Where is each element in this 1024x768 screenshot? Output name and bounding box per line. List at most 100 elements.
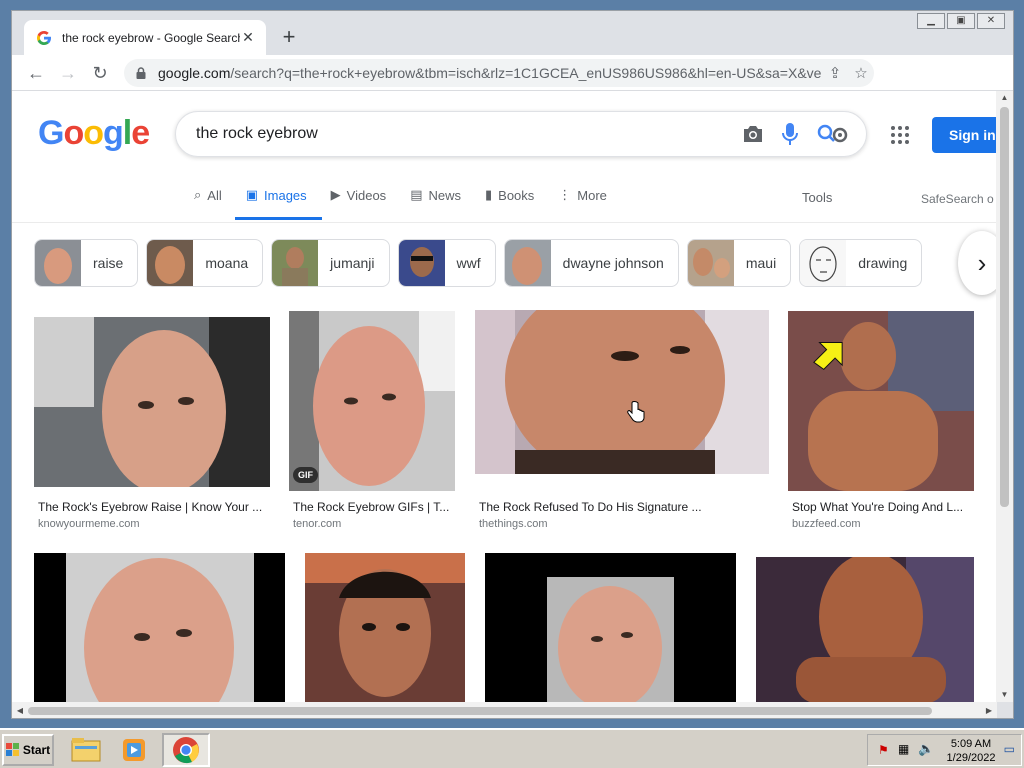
reload-icon[interactable]: ↻ [84,57,116,89]
chip-thumbnail [147,240,194,286]
clock[interactable]: 5:09 AM 1/29/2022 [946,737,996,765]
result-image [475,310,769,474]
chip-thumbnail [35,240,81,286]
start-button[interactable]: Start [2,734,54,766]
file-explorer-icon[interactable] [66,733,106,767]
chip-thumbnail [687,240,734,286]
windows-flag-icon [5,743,19,756]
result-image [34,553,285,702]
system-tray: ⚑ ▦ 🔈 5:09 AM 1/29/2022 ▭ [867,734,1022,766]
tab-books[interactable]: ▮ Books [485,177,534,213]
bookmark-star-icon[interactable]: ☆ [848,60,874,86]
image-result[interactable] [305,553,465,702]
share-icon[interactable]: ⇪ [822,60,848,86]
scroll-thumb[interactable] [1000,107,1009,507]
book-icon: ▮ [485,187,493,202]
result-caption[interactable]: The Rock Refused To Do His Signature ... [479,500,765,514]
forward-arrow-icon[interactable]: → [52,57,84,89]
search-settings-icon[interactable] [816,122,850,146]
camera-icon[interactable] [742,124,764,144]
tab-news[interactable]: ▤ News [410,177,461,213]
volume-icon[interactable]: 🔈 [918,741,934,757]
header-divider [12,222,997,223]
chip-wwf[interactable]: wwf [397,239,496,287]
tab-close-icon[interactable]: ✕ [240,29,256,46]
scroll-down-icon[interactable]: ▼ [996,688,1013,702]
scroll-up-icon[interactable]: ▲ [996,91,1013,105]
scroll-left-icon[interactable]: ◀ [12,702,28,718]
search-query: the rock eyebrow [196,125,318,142]
image-result[interactable]: The Rock Refused To Do His Signature ...… [475,310,769,535]
image-result[interactable]: GIF The Rock Eyebrow GIFs | T... tenor.c… [289,311,457,535]
chip-label: maui [745,255,777,271]
chrome-taskbar-icon[interactable] [162,733,210,767]
search-input[interactable]: the rock eyebrow [175,111,867,157]
google-logo[interactable]: Google [38,114,150,153]
minimize-icon[interactable]: ▁ [917,13,945,29]
media-player-icon[interactable] [114,733,154,767]
logo-letter: o [63,114,84,152]
lock-icon [136,67,146,79]
chip-raise[interactable]: raise [34,239,139,287]
chip-thumbnail [272,240,319,286]
sign-in-button[interactable]: Sign in [932,117,997,153]
image-result[interactable] [756,557,974,702]
safesearch-link[interactable]: SafeSearch o [921,192,994,206]
browser-tab[interactable]: the rock eyebrow - Google Search ✕ [24,20,266,55]
tab-more[interactable]: ⋮ More [558,177,607,213]
chip-drawing[interactable]: drawing [799,239,923,287]
image-result[interactable] [485,553,736,702]
search-icon: ⌕ [194,187,202,202]
url-host: google.com [158,65,231,81]
tab-all[interactable]: ⌕ All [194,177,222,213]
tab-videos[interactable]: ▶ Videos [331,177,387,213]
image-result[interactable]: The Rock's Eyebrow Raise | Know Your ...… [34,317,270,535]
flag-alert-icon[interactable]: ⚑ [878,743,889,757]
browser-toolbar: ← → ↻ google.com/search?q=the+rock+eyebr… [12,55,1013,128]
result-image [756,557,974,702]
maximize-icon[interactable]: ▣ [947,13,975,29]
horizontal-scrollbar[interactable]: ◀ ▶ [12,702,997,718]
play-icon: ▶ [330,187,341,202]
apps-grid-icon[interactable] [890,125,910,145]
result-caption[interactable]: Stop What You're Doing And L... [792,500,972,514]
chip-jumanji[interactable]: jumanji [271,239,390,287]
result-caption[interactable]: The Rock Eyebrow GIFs | T... [293,500,453,514]
close-window-icon[interactable]: ✕ [977,13,1005,29]
address-bar[interactable]: google.com/search?q=the+rock+eyebrow&tbm… [124,59,874,87]
chip-label: raise [93,255,124,271]
chip-thumbnail [800,240,847,286]
result-source: knowyourmeme.com [38,518,140,530]
image-result[interactable]: Stop What You're Doing And L... buzzfeed… [788,311,974,535]
chip-label: dwayne johnson [562,255,664,271]
network-icon[interactable]: ▦ [898,742,909,756]
chip-moana[interactable]: moana [146,239,264,287]
vertical-scrollbar[interactable]: ▲ ▼ [996,91,1013,702]
logo-letter: e [131,114,150,152]
newspaper-icon: ▤ [410,187,423,202]
image-result[interactable] [34,553,285,702]
monitor-icon[interactable]: ▭ [1004,742,1015,756]
chip-label: moana [205,255,249,271]
back-arrow-icon[interactable]: ← [20,57,52,89]
tools-button[interactable]: Tools [802,190,832,205]
logo-letter: g [103,114,124,152]
tab-images[interactable]: ▣ Images [234,177,322,220]
new-tab-button[interactable]: + [276,25,302,51]
chip-dwayne-johnson[interactable]: dwayne johnson [503,239,679,287]
image-icon: ▣ [245,187,259,202]
result-source: tenor.com [293,518,342,530]
result-caption[interactable]: The Rock's Eyebrow Raise | Know Your ... [38,500,270,514]
result-image [788,311,974,491]
microphone-icon[interactable] [782,122,798,146]
scroll-right-icon[interactable]: ▶ [981,702,997,718]
window-controls: ▁ ▣ ✕ [917,13,1005,29]
tab-strip: the rock eyebrow - Google Search ✕ + ▁ ▣… [12,11,1013,55]
chevron-right-icon[interactable]: › [958,231,997,295]
result-image [485,553,736,702]
chip-maui[interactable]: maui [686,239,792,287]
result-source: buzzfeed.com [792,518,861,530]
hscroll-thumb[interactable] [28,707,932,715]
chip-thumbnail [504,240,551,286]
more-vert-icon: ⋮ [558,187,572,202]
